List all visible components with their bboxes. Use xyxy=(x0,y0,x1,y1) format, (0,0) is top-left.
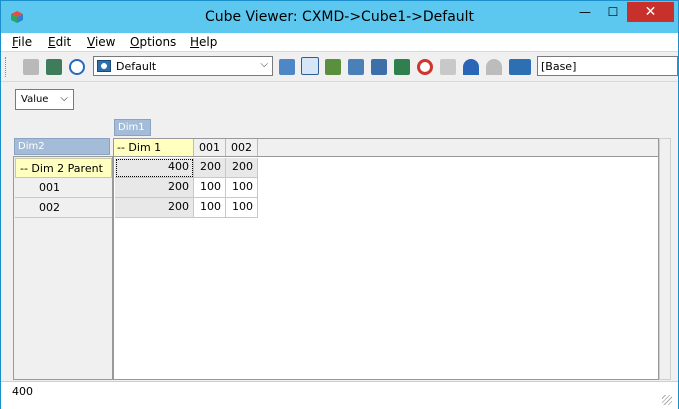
menu-options[interactable]: Options xyxy=(130,35,176,49)
cube-viewer-window: Cube Viewer: CXMD->Cube1->Default — ☐ ✕ … xyxy=(0,0,679,409)
redo-icon[interactable] xyxy=(486,59,502,75)
settings-icon[interactable] xyxy=(509,59,531,75)
title-bar[interactable]: Cube Viewer: CXMD->Cube1->Default — ☐ ✕ xyxy=(1,1,678,33)
resize-grip-icon[interactable] xyxy=(662,395,672,405)
grid-view-icon[interactable] xyxy=(279,59,295,75)
row-header-001[interactable]: 001 xyxy=(15,178,112,198)
value-type-select[interactable]: Value ⌵ xyxy=(15,89,74,110)
column-header-row: -- Dim 1 Parent 001 002 xyxy=(113,138,659,167)
row-header-002[interactable]: 002 xyxy=(15,198,112,218)
chevron-down-icon: ⌵ xyxy=(60,93,68,104)
maximize-button[interactable]: ☐ xyxy=(599,2,627,22)
toolbar: Default ⌵ [Base] xyxy=(1,53,678,82)
drill-icon[interactable] xyxy=(348,59,364,75)
row-header-parent[interactable]: -- Dim 2 Parent xyxy=(15,158,112,178)
status-bar: 400 xyxy=(1,381,678,409)
save-icon[interactable] xyxy=(46,59,62,75)
row-dimension-header[interactable]: Dim2 xyxy=(14,138,110,155)
column-header-parent[interactable]: -- Dim 1 Parent xyxy=(114,139,194,167)
view-icon xyxy=(97,60,111,72)
grid-cell[interactable]: 200 xyxy=(226,158,258,178)
minimize-button[interactable]: — xyxy=(571,2,599,22)
vertical-scrollbar[interactable] xyxy=(659,138,671,380)
undo-icon[interactable] xyxy=(463,59,479,75)
close-icon: ✕ xyxy=(644,4,657,20)
row-header-pane: -- Dim 2 Parent 001 002 xyxy=(13,156,113,380)
table-icon[interactable] xyxy=(394,59,410,75)
grid-cell[interactable]: 200 xyxy=(194,158,226,178)
grid-cell[interactable]: 100 xyxy=(226,178,258,198)
menu-view[interactable]: View xyxy=(87,35,115,49)
maximize-icon: ☐ xyxy=(607,5,619,19)
grid-cell[interactable]: 100 xyxy=(226,198,258,218)
view-select[interactable]: Default ⌵ xyxy=(93,56,273,76)
grid-cell[interactable]: 100 xyxy=(194,178,226,198)
grid-cell[interactable]: 400 xyxy=(115,158,194,178)
column-dimension-header[interactable]: Dim1 xyxy=(114,119,151,136)
calculate-icon[interactable] xyxy=(301,57,319,75)
minimize-icon: — xyxy=(579,5,591,19)
refresh-icon[interactable] xyxy=(69,59,85,75)
column-header-001[interactable]: 001 xyxy=(194,139,226,156)
menu-bar: File Edit View Options Help xyxy=(1,33,678,52)
value-type-label: Value xyxy=(21,94,49,105)
member-select[interactable]: [Base] xyxy=(537,56,678,76)
status-value: 400 xyxy=(12,385,33,398)
menu-file[interactable]: File xyxy=(12,35,32,49)
chevron-down-icon: ⌵ xyxy=(260,59,268,70)
member-select-value: [Base] xyxy=(541,60,577,73)
properties-icon[interactable] xyxy=(371,59,387,75)
data-grid: 400 200 200 200 100 100 200 100 100 xyxy=(113,156,659,380)
disabled-icon xyxy=(440,59,456,75)
grid-cell[interactable]: 200 xyxy=(115,198,194,218)
grid-cell[interactable]: 200 xyxy=(115,178,194,198)
close-button[interactable]: ✕ xyxy=(627,2,674,22)
grid-cell[interactable]: 100 xyxy=(194,198,226,218)
view-select-value: Default xyxy=(116,60,157,73)
menu-edit[interactable]: Edit xyxy=(48,35,71,49)
export-icon[interactable] xyxy=(325,59,341,75)
column-header-002[interactable]: 002 xyxy=(226,139,258,156)
toolbar-grip[interactable] xyxy=(5,57,9,77)
stop-icon[interactable] xyxy=(417,59,433,75)
approve-icon[interactable] xyxy=(23,59,39,75)
menu-help[interactable]: Help xyxy=(190,35,217,49)
